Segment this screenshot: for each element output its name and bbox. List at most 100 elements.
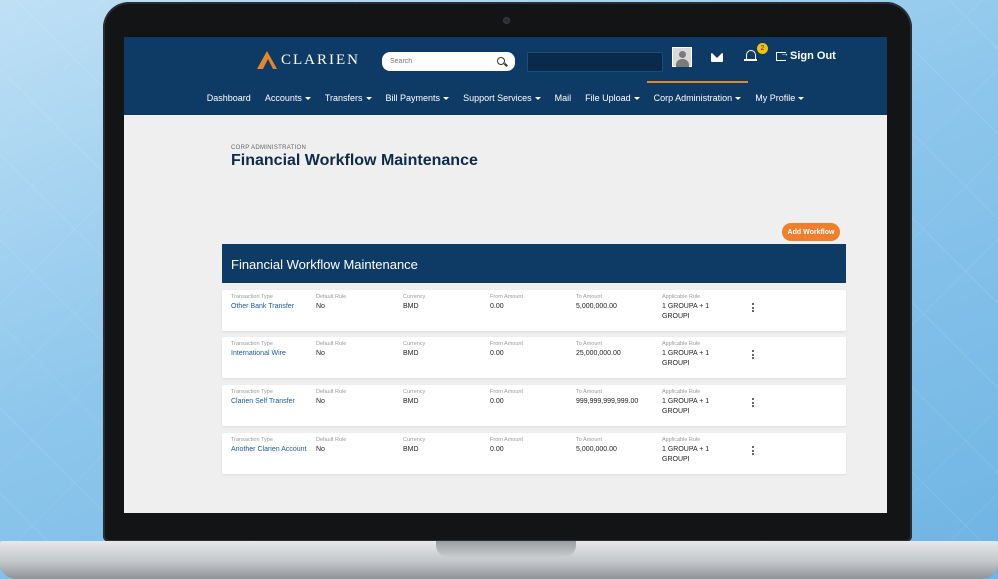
main-nav: Dashboard Accounts Transfers Bill Payments S…	[124, 81, 887, 103]
laptop-notch	[436, 541, 576, 557]
column-label: Applicable Rule	[662, 437, 701, 443]
column-label: Transaction Type	[231, 389, 273, 395]
cell-default-rule: Default Rule No	[316, 341, 376, 359]
cell-transaction-type: Transaction Type Other Bank Transfer	[231, 294, 311, 312]
table-row[interactable]: Transaction Type Other Bank Transfer Defau…	[222, 290, 846, 331]
column-label: To Amount	[576, 294, 602, 300]
column-label: From Amount	[490, 341, 524, 347]
nav-item-label: Corp Administration	[653, 93, 733, 103]
chevron-down-icon	[735, 97, 742, 101]
cell-to-amount: To Amount 25,000,000.00	[576, 341, 656, 359]
bell-icon[interactable]	[744, 49, 757, 62]
mail-icon[interactable]	[711, 53, 723, 62]
cell-value: 0.00	[490, 398, 504, 405]
table-row[interactable]: Transaction Type Clarien Self Transfer Def…	[222, 385, 846, 426]
column-label: From Amount	[490, 294, 524, 300]
table-row[interactable]: Transaction Type Another Clarien Account D…	[222, 433, 846, 474]
cell-from-amount: From Amount 0.00	[490, 341, 560, 359]
avatar[interactable]	[672, 47, 692, 67]
cell-value: 25,000,000.00	[576, 350, 621, 357]
cell-currency: Currency BMD	[403, 341, 463, 359]
nav-item-bill-payments[interactable]: Bill Payments	[379, 93, 457, 103]
table-title: Financial Workflow Maintenance	[222, 244, 846, 283]
kebab-menu-icon[interactable]	[752, 446, 756, 458]
column-label: Default Rule	[316, 389, 347, 395]
cell-value: BMD	[403, 446, 419, 453]
chevron-down-icon	[798, 97, 805, 101]
chevron-down-icon	[304, 97, 311, 101]
cell-applicable-rule: Applicable Rule 1 GROUPA + 1 GROUPI	[662, 437, 732, 465]
cell-value: BMD	[403, 303, 419, 310]
nav-item-my-profile[interactable]: My Profile	[748, 93, 811, 103]
column-label: To Amount	[576, 437, 602, 443]
nav-item-corp-administration[interactable]: Corp Administration	[646, 81, 749, 103]
cell-default-rule: Default Rule No	[316, 437, 376, 455]
nav-item-mail[interactable]: Mail	[548, 93, 579, 103]
cell-value: 999,999,999,999.00	[576, 398, 639, 405]
column-label: Default Rule	[316, 437, 347, 443]
column-label: Default Rule	[316, 294, 347, 300]
column-label: Applicable Rule	[662, 389, 701, 395]
add-workflow-button[interactable]: Add Workflow	[782, 223, 840, 241]
column-label: Transaction Type	[231, 437, 273, 443]
cell-value: 0.00	[490, 350, 504, 357]
cell-value: BMD	[403, 350, 419, 357]
nav-item-transfers[interactable]: Transfers	[318, 93, 379, 103]
cell-value: BMD	[403, 398, 419, 405]
cell-currency: Currency BMD	[403, 437, 463, 455]
kebab-menu-icon[interactable]	[752, 350, 756, 362]
nav-item-label: My Profile	[755, 93, 796, 103]
cell-value: 5,000,000.00	[576, 303, 617, 310]
app-header: CLARIEN 2 Sign Out Dashboard Accounts Tran…	[124, 37, 887, 115]
nav-item-accounts[interactable]: Accounts	[258, 93, 318, 103]
nav-item-file-upload[interactable]: File Upload	[578, 93, 647, 103]
cell-applicable-rule: Applicable Rule 1 GROUPA + 1 GROUPI	[662, 341, 732, 369]
nav-item-label: Accounts	[264, 93, 302, 103]
page-title: Financial Workflow Maintenance	[231, 152, 478, 169]
logo-text: CLARIEN	[281, 51, 360, 68]
search-input[interactable]	[390, 58, 490, 65]
clarien-logo[interactable]: CLARIEN	[257, 51, 360, 69]
nav-item-support-services[interactable]: Support Services	[456, 93, 548, 103]
search-icon[interactable]	[497, 56, 507, 67]
notification-badge: 2	[757, 43, 768, 54]
transaction-type-link[interactable]: Other Bank Transfer	[231, 302, 311, 312]
nav-item-label: Transfers	[324, 93, 363, 103]
column-label: Transaction Type	[231, 341, 273, 347]
cell-value: 0.00	[490, 446, 504, 453]
chevron-down-icon	[633, 97, 640, 101]
cell-value: No	[316, 350, 325, 357]
cell-from-amount: From Amount 0.00	[490, 389, 560, 407]
column-label: Applicable Rule	[662, 294, 701, 300]
kebab-menu-icon[interactable]	[752, 398, 756, 410]
column-label: To Amount	[576, 389, 602, 395]
nav-item-label: Mail	[554, 93, 572, 103]
account-selector-field[interactable]	[527, 52, 663, 72]
transaction-type-link[interactable]: Another Clarien Account	[231, 445, 311, 455]
nav-item-dashboard[interactable]: Dashboard	[200, 93, 258, 103]
breadcrumb: CORP ADMINISTRATION	[231, 145, 307, 151]
chevron-down-icon	[443, 97, 450, 101]
transaction-type-link[interactable]: International Wire	[231, 349, 311, 359]
kebab-menu-icon[interactable]	[752, 303, 756, 315]
cell-applicable-rule: Applicable Rule 1 GROUPA + 1 GROUPI	[662, 389, 732, 417]
cell-value: 1 GROUPA + 1 GROUPI	[662, 446, 710, 463]
sign-out-label: Sign Out	[790, 50, 836, 62]
cell-value: 1 GROUPA + 1 GROUPI	[662, 398, 710, 415]
cell-transaction-type: Transaction Type Another Clarien Account	[231, 437, 311, 455]
chevron-down-icon	[534, 97, 541, 101]
sign-out-button[interactable]: Sign Out	[776, 48, 836, 62]
column-label: Applicable Rule	[662, 341, 701, 347]
cell-transaction-type: Transaction Type International Wire	[231, 341, 311, 359]
column-label: To Amount	[576, 341, 602, 347]
column-label: Transaction Type	[231, 294, 273, 300]
transaction-type-link[interactable]: Clarien Self Transfer	[231, 397, 311, 407]
cell-applicable-rule: Applicable Rule 1 GROUPA + 1 GROUPI	[662, 294, 732, 322]
cell-to-amount: To Amount 5,000,000.00	[576, 294, 656, 312]
column-label: Currency	[403, 341, 426, 347]
table-row[interactable]: Transaction Type International Wire Defaul…	[222, 337, 846, 378]
laptop-screen: CLARIEN 2 Sign Out Dashboard Accounts Tran…	[124, 37, 887, 513]
chevron-down-icon	[365, 97, 372, 101]
nav-item-label: Bill Payments	[385, 93, 441, 103]
column-label: From Amount	[490, 389, 524, 395]
